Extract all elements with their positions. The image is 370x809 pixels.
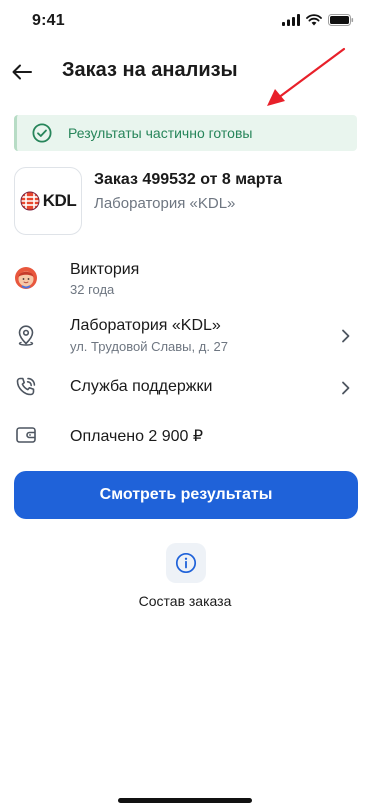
arrow-left-icon — [12, 64, 32, 80]
avatar — [14, 266, 38, 290]
battery-icon — [328, 14, 354, 26]
status-time: 9:41 — [32, 12, 65, 29]
status-banner-text: Результаты частично готовы — [68, 125, 253, 141]
support-label: Служба поддержки — [70, 378, 213, 395]
payment-label: Оплачено 2 900 ₽ — [70, 428, 204, 445]
order-contents-button[interactable] — [166, 543, 206, 583]
laboratory-address: ул. Трудовой Славы, д. 27 — [70, 339, 229, 354]
order-contents-label[interactable]: Состав заказа — [0, 593, 370, 609]
view-results-label: Смотреть результаты — [99, 486, 273, 503]
view-results-button[interactable]: Смотреть результаты — [14, 471, 358, 519]
kdl-logo: KDL — [14, 167, 82, 235]
patient-row: Виктория 32 года — [0, 256, 370, 304]
chevron-right-icon — [340, 381, 352, 395]
location-pin-icon — [14, 323, 38, 347]
check-circle-icon — [32, 123, 52, 143]
logo-text: KDL — [42, 191, 77, 210]
laboratory-name: Лаборатория «KDL» — [70, 317, 221, 334]
signal-icon — [282, 14, 300, 26]
header: Заказ на анализы — [0, 52, 370, 92]
status-bar: 9:41 — [0, 0, 370, 44]
phone-call-icon — [14, 375, 38, 399]
wallet-icon — [14, 423, 38, 447]
patient-age: 32 года — [70, 282, 115, 297]
home-indicator — [118, 798, 252, 803]
order-title: Заказ 499532 от 8 марта — [94, 171, 283, 188]
status-icons — [282, 14, 354, 26]
info-icon — [175, 552, 197, 574]
patient-name: Виктория — [70, 261, 140, 278]
back-button[interactable] — [6, 56, 38, 88]
page-title: Заказ на анализы — [62, 59, 238, 81]
support-row[interactable]: Служба поддержки — [0, 364, 370, 412]
status-banner: Результаты частично готовы — [14, 115, 357, 151]
payment-row: Оплачено 2 900 ₽ — [0, 412, 370, 460]
wifi-icon — [306, 14, 322, 26]
laboratory-row[interactable]: Лаборатория «KDL» ул. Трудовой Славы, д.… — [0, 312, 370, 360]
chevron-right-icon — [340, 329, 352, 343]
order-card: KDL Заказ 499532 от 8 марта Лаборатория … — [14, 167, 358, 235]
kdl-logo-mark-icon — [20, 191, 40, 211]
order-lab: Лаборатория «KDL» — [94, 195, 236, 212]
